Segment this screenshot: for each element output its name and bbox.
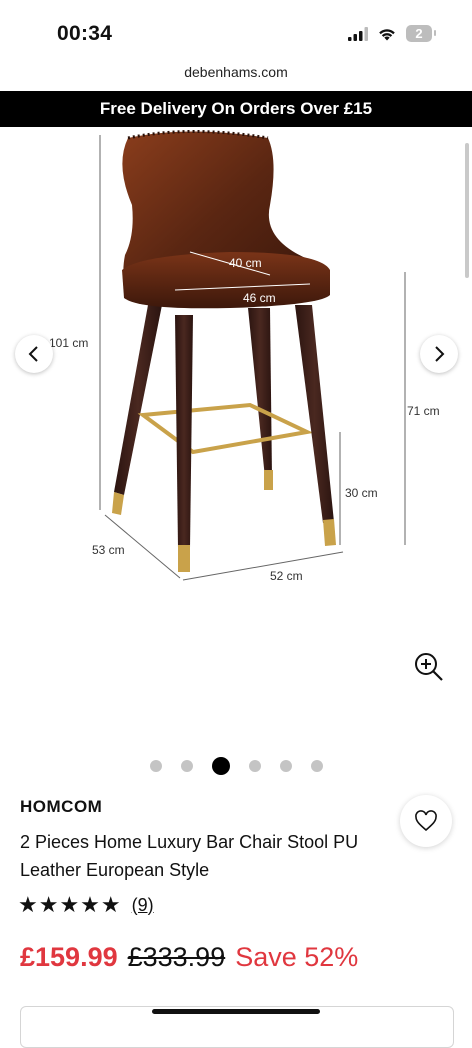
price-block: £159.99 £333.99 Save 52% xyxy=(20,942,358,973)
prev-image-button[interactable] xyxy=(15,335,53,373)
review-count-link[interactable]: (9) xyxy=(132,895,154,916)
dimension-seat-height: 71 cm xyxy=(407,404,440,418)
wifi-icon xyxy=(379,28,395,40)
pagination-dot-active[interactable] xyxy=(211,757,230,775)
signal-icon xyxy=(348,26,368,41)
product-image-gallery[interactable]: 40 cm 46 cm 101 cm 71 cm 30 cm 53 cm 52 … xyxy=(0,127,472,747)
dimension-seat-width: 46 cm xyxy=(243,291,276,305)
zoom-in-icon xyxy=(415,653,443,681)
product-rating[interactable]: ★★★★★ (9) xyxy=(18,892,154,918)
original-price: £333.99 xyxy=(127,942,226,972)
dimension-base-width: 52 cm xyxy=(270,569,303,583)
dimension-base-depth: 53 cm xyxy=(92,543,125,557)
zoom-button[interactable] xyxy=(412,650,446,684)
pagination-dot[interactable] xyxy=(149,760,162,772)
browser-url[interactable]: debenhams.com xyxy=(0,64,472,80)
status-icons: 2 xyxy=(348,25,436,42)
dimension-footrest-height: 30 cm xyxy=(345,486,378,500)
product-title: 2 Pieces Home Luxury Bar Chair Stool PU … xyxy=(20,832,359,880)
page-scrollbar[interactable] xyxy=(465,143,469,278)
battery-level: 2 xyxy=(415,26,423,41)
product-image: 40 cm 46 cm 101 cm 71 cm 30 cm 53 cm 52 … xyxy=(49,130,440,583)
wishlist-button[interactable] xyxy=(400,795,452,847)
pagination-dot[interactable] xyxy=(279,760,292,772)
promo-banner-text: Free Delivery On Orders Over £15 xyxy=(99,99,373,118)
heart-icon xyxy=(415,810,437,832)
promo-banner[interactable]: Free Delivery On Orders Over £15 xyxy=(0,91,472,127)
battery-icon: 2 xyxy=(406,25,436,42)
gallery-pagination xyxy=(0,757,472,775)
chevron-left-icon xyxy=(28,346,38,362)
chevron-right-icon xyxy=(435,346,445,362)
next-image-button[interactable] xyxy=(420,335,458,373)
pagination-dot[interactable] xyxy=(248,760,261,772)
status-bar: 00:34 2 xyxy=(0,0,472,58)
pagination-dot[interactable] xyxy=(180,760,193,772)
current-price: £159.99 xyxy=(20,942,118,972)
pagination-dot[interactable] xyxy=(310,760,323,772)
savings-label: Save 52% xyxy=(235,942,359,972)
dimension-seat-depth: 40 cm xyxy=(229,256,262,270)
dimension-total-height: 101 cm xyxy=(49,336,88,350)
home-indicator[interactable] xyxy=(152,1009,320,1014)
product-brand[interactable]: HOMCOM xyxy=(20,797,102,817)
rating-stars-icon: ★★★★★ xyxy=(18,892,122,917)
status-time: 00:34 xyxy=(57,22,113,45)
